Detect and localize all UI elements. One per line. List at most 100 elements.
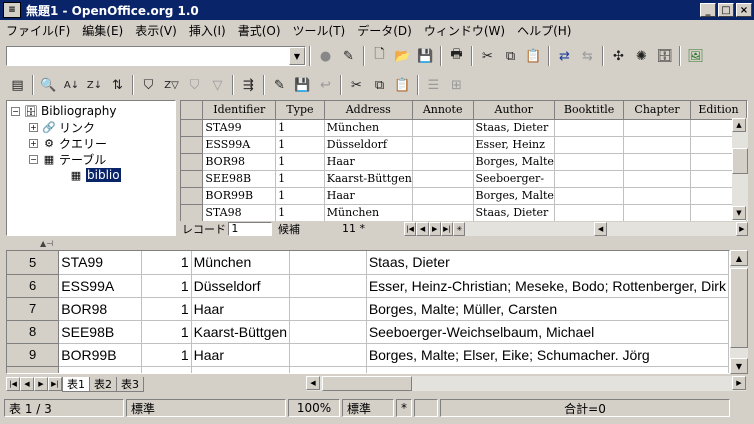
copy-icon[interactable]: ⧉ — [499, 45, 522, 67]
last-sheet-icon[interactable]: ▶| — [48, 377, 62, 391]
print-icon[interactable]: 🖶 — [445, 45, 468, 67]
row-header[interactable]: 9 — [7, 343, 60, 367]
previous-record-icon[interactable]: ◀ — [416, 221, 429, 236]
data-to-text-icon[interactable]: ⇶ — [237, 74, 260, 96]
grid-cell[interactable]: 1 — [275, 153, 325, 171]
grid-cell[interactable]: STA98 — [202, 204, 277, 222]
close-button[interactable]: × — [736, 3, 752, 17]
grid-cell[interactable]: ESS99A — [202, 136, 277, 154]
paste-icon[interactable]: 📋 — [391, 74, 414, 96]
scroll-left-icon[interactable]: ◀ — [306, 376, 320, 390]
grid-cell[interactable]: 1 — [275, 170, 325, 188]
row-header[interactable]: 6 — [7, 274, 60, 298]
maximize-button[interactable]: □ — [718, 3, 734, 17]
previous-sheet-icon[interactable]: ◀ — [20, 377, 34, 391]
menu-format[interactable]: 書式(O) — [238, 22, 281, 39]
scroll-thumb[interactable] — [730, 268, 748, 348]
splitter-grip-icon[interactable]: ▲⊣ — [40, 239, 76, 248]
grid-cell[interactable]: 1 — [275, 204, 325, 222]
sheet-cell[interactable]: STA98 — [58, 366, 143, 373]
grid-horizontal-scroll-track[interactable] — [606, 221, 736, 236]
page-style[interactable]: 標準 — [126, 399, 286, 417]
first-record-icon[interactable]: |◀ — [403, 221, 417, 236]
sheet-cell[interactable]: Borges, Malte; Müller, Carsten — [366, 297, 729, 321]
sheet-cell[interactable] — [289, 297, 367, 321]
find-record-icon[interactable]: 🔍 — [37, 74, 60, 96]
sheet-cell[interactable] — [289, 320, 367, 344]
grid-row[interactable]: ESS99A 1 Düsseldorf Esser, Heinz — [181, 136, 747, 154]
sheet-cell[interactable]: Haar — [191, 297, 291, 321]
grid-cell[interactable]: 1 — [275, 136, 325, 154]
sheet-cell[interactable]: 1 — [141, 297, 192, 321]
grid-cell[interactable]: Haar — [324, 153, 413, 171]
grid-cell[interactable]: BOR99B — [202, 187, 277, 205]
sort-descending-icon[interactable]: Z↓ — [83, 74, 106, 96]
grid-horizontal-scrollbar[interactable] — [465, 221, 595, 236]
grid-vertical-scrollbar[interactable]: ▲ ▼ — [732, 118, 748, 220]
grid-cell[interactable] — [554, 170, 625, 188]
remove-filter-icon[interactable]: ▽ — [206, 74, 229, 96]
tree-item-queries[interactable]: + ⚙ クエリー — [29, 135, 107, 151]
collapse-icon[interactable]: − — [29, 154, 38, 164]
sheet-cell[interactable]: München — [191, 366, 291, 373]
menu-file[interactable]: ファイル(F) — [6, 22, 70, 39]
grid-cell[interactable] — [412, 153, 474, 171]
grid-row[interactable]: BOR98 1 Haar Borges, Malte — [181, 153, 747, 171]
grid-row[interactable]: STA99 1 München Staas, Dieter — [181, 119, 747, 137]
grid-row[interactable]: BOR99B 1 Haar Borges, Malte — [181, 187, 747, 205]
sheet-tab-3[interactable]: 表3 — [116, 376, 144, 392]
scroll-thumb[interactable] — [322, 376, 412, 391]
sheet-cell[interactable] — [289, 274, 367, 298]
grid-cell[interactable] — [623, 204, 691, 222]
row-header[interactable]: 5 — [7, 251, 60, 275]
undo-data-entry-icon[interactable]: ↩ — [314, 74, 337, 96]
grid-cell[interactable] — [412, 136, 474, 154]
sheet-cell[interactable]: Düsseldorf — [191, 274, 291, 298]
sheet-cell[interactable] — [289, 343, 367, 367]
undo-icon[interactable]: ⇄ — [553, 45, 576, 67]
sheet-cell[interactable]: SEE98B — [58, 320, 143, 344]
scroll-thumb[interactable] — [732, 148, 748, 174]
grid-cell[interactable] — [554, 119, 625, 137]
data-sources-icon[interactable]: 🗄 — [653, 45, 676, 67]
new-document-icon[interactable]: 🗋 — [368, 45, 391, 67]
grid-col-address[interactable]: Address — [324, 101, 413, 120]
grid-cell[interactable]: München — [324, 204, 413, 222]
explorer-toggle-icon[interactable]: ▤ — [6, 74, 29, 96]
menu-help[interactable]: ヘルプ(H) — [517, 22, 571, 39]
row-header[interactable]: 7 — [7, 297, 60, 321]
row-header[interactable]: 10 — [7, 366, 60, 373]
row-selector[interactable] — [181, 170, 204, 188]
scroll-up-icon[interactable]: ▲ — [730, 250, 748, 266]
grid-col-author[interactable]: Author — [473, 101, 555, 120]
sheet-cell[interactable]: 1 — [141, 366, 192, 373]
grid-cell[interactable] — [623, 153, 691, 171]
beamer-splitter[interactable]: ▲⊣ — [0, 238, 754, 248]
stylist-icon[interactable]: ✺ — [630, 45, 653, 67]
row-selector[interactable] — [181, 187, 204, 205]
sheet-cell[interactable]: Staas, Dieter — [366, 366, 729, 373]
navigator-icon[interactable]: ✣ — [607, 45, 630, 67]
sheet-cell[interactable]: 1 — [141, 320, 192, 344]
sort-ascending-icon[interactable]: A↓ — [60, 74, 83, 96]
sheet-cell[interactable]: ESS99A — [58, 274, 143, 298]
scroll-down-icon[interactable]: ▼ — [732, 206, 746, 220]
grid-col-annote[interactable]: Annote — [412, 101, 474, 120]
scroll-up-icon[interactable]: ▲ — [732, 118, 746, 132]
menu-data[interactable]: データ(D) — [357, 22, 412, 39]
grid-cell[interactable] — [412, 187, 474, 205]
sheet-cell[interactable] — [289, 251, 367, 275]
save-icon[interactable]: 💾 — [414, 45, 437, 67]
cut-icon[interactable]: ✂ — [476, 45, 499, 67]
grid-row[interactable]: SEE98B 1 Kaarst-Büttgen Seeboerger- — [181, 170, 747, 188]
grid-cell[interactable]: Borges, Malte — [473, 187, 555, 205]
new-record-icon[interactable]: ✳ — [453, 221, 466, 236]
grid-cell[interactable] — [554, 204, 625, 222]
grid-cell[interactable] — [623, 170, 691, 188]
sheet-vertical-scrollbar[interactable]: ▲ ▼ — [730, 250, 748, 374]
menu-window[interactable]: ウィンドウ(W) — [424, 22, 505, 39]
grid-cell[interactable] — [623, 187, 691, 205]
grid-col-identifier[interactable]: Identifier — [202, 101, 277, 120]
grid-row[interactable]: STA98 1 München Staas, Dieter — [181, 204, 747, 222]
edit-file-icon[interactable]: ✎ — [337, 45, 360, 67]
